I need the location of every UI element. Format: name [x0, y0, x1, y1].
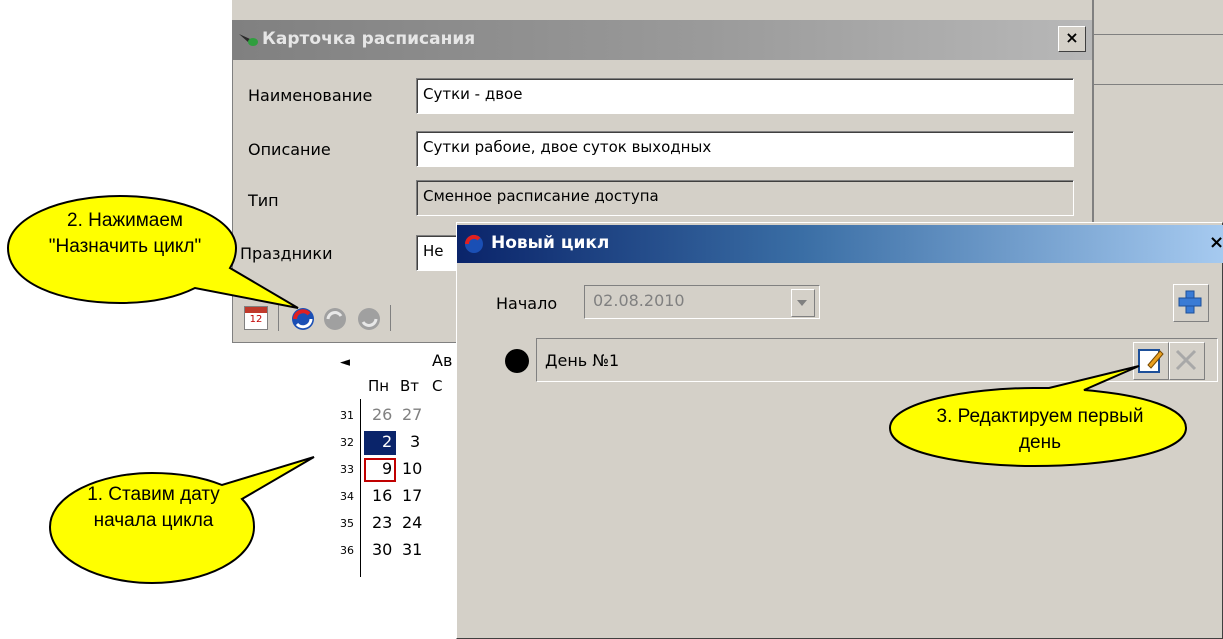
window-top-strip — [232, 0, 1092, 20]
dropdown-button[interactable] — [791, 289, 815, 317]
week-number: 32 — [340, 436, 354, 449]
toolbar-separator — [390, 305, 391, 331]
week-number: 36 — [340, 544, 354, 557]
calendar-day[interactable]: 10 — [402, 459, 422, 478]
start-label: Начало — [496, 294, 558, 313]
callout-assign-cycle: 2. Нажимаем "Назначить цикл" — [48, 210, 202, 257]
pane-divider — [1094, 34, 1223, 35]
add-day-button[interactable] — [1173, 284, 1209, 322]
weekday-tue: Вт — [400, 377, 420, 395]
calendar-day[interactable]: 9 — [382, 459, 392, 478]
calendar-day[interactable]: 31 — [402, 540, 422, 559]
cycle-icon-2[interactable] — [356, 306, 382, 332]
calendar-day[interactable]: 3 — [410, 432, 420, 451]
type-field: Сменное расписание доступа — [416, 180, 1074, 216]
description-label: Описание — [248, 140, 331, 159]
callout-start-date: 1. Ставим дату начала цикла — [87, 484, 220, 531]
dialog-close-icon[interactable]: × — [1209, 232, 1223, 253]
dialog-titlebar[interactable]: Новый цикл × — [457, 225, 1223, 263]
chevron-down-icon — [797, 300, 807, 306]
calendar-day[interactable]: 16 — [372, 486, 392, 505]
description-field[interactable]: Сутки рабоие, двое суток выходных — [416, 131, 1074, 167]
week-number-divider — [360, 399, 361, 577]
week-number: 35 — [340, 517, 354, 530]
callout-edit-day: 3. Редактируем первый день — [936, 406, 1144, 453]
start-date-combo[interactable]: 02.08.2010 — [584, 285, 820, 319]
calendar-day[interactable]: 26 — [372, 405, 392, 424]
day-color-indicator — [505, 349, 529, 373]
name-field[interactable]: Сутки - двое — [416, 78, 1074, 114]
cycle-icon — [464, 234, 483, 253]
pane-divider — [1094, 84, 1223, 85]
calendar-day[interactable]: 17 — [402, 486, 422, 505]
calendar-day[interactable]: 27 — [402, 405, 422, 424]
window-titlebar[interactable]: Карточка расписания × — [232, 20, 1092, 60]
month-title: Ав — [432, 351, 453, 370]
weekday-mon: Пн — [368, 377, 390, 395]
day-label: День №1 — [545, 351, 620, 370]
window-title: Карточка расписания — [262, 29, 476, 49]
calendar-day[interactable]: 24 — [402, 513, 422, 532]
close-button[interactable]: × — [1058, 26, 1086, 52]
prev-month-button[interactable]: ◄ — [340, 355, 350, 370]
week-number: 34 — [340, 490, 354, 503]
dialog-title: Новый цикл — [491, 233, 610, 253]
plus-icon — [1178, 290, 1202, 314]
cycle-icon[interactable] — [322, 306, 348, 332]
week-number: 31 — [340, 409, 354, 422]
calendar-day[interactable]: 23 — [372, 513, 392, 532]
start-date-value: 02.08.2010 — [593, 291, 685, 310]
schedule-window-icon — [239, 34, 258, 46]
calendar-day[interactable]: 30 — [372, 540, 392, 559]
weekday-wed: С — [432, 377, 443, 395]
week-number: 33 — [340, 463, 354, 476]
name-label: Наименование — [248, 86, 373, 105]
selected-calendar-day[interactable]: 2 — [382, 432, 392, 451]
